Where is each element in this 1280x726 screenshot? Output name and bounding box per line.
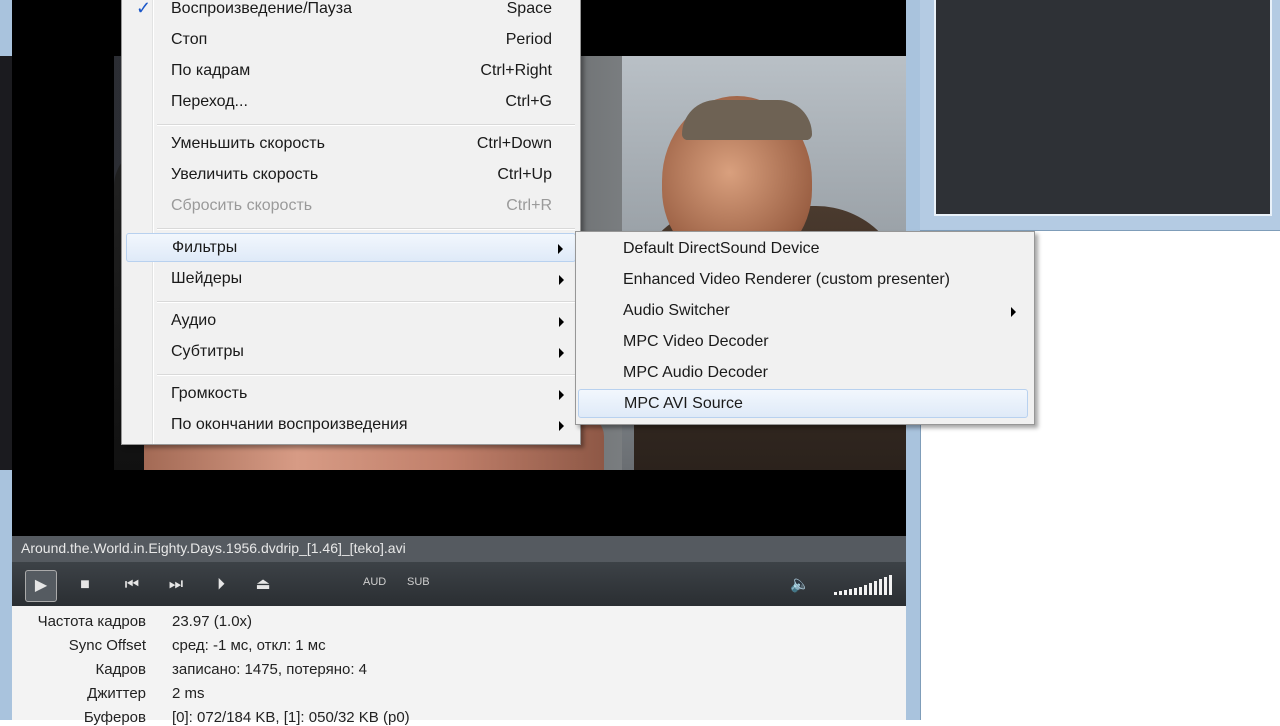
submenu-arrow-icon bbox=[559, 390, 564, 400]
menu-separator bbox=[157, 301, 575, 303]
filter-mpc-video-decoder[interactable]: MPC Video Decoder bbox=[578, 328, 1028, 357]
menu-item-audio[interactable]: Аудио bbox=[126, 307, 576, 336]
side-window-content bbox=[934, 0, 1272, 216]
stat-value: [0]: 072/184 KB, [1]: 050/32 KB (p0) bbox=[172, 709, 410, 726]
video-edge bbox=[0, 56, 12, 470]
speaker-icon[interactable]: 🔈 bbox=[785, 570, 815, 600]
submenu-arrow-icon bbox=[559, 348, 564, 358]
menu-item-increase-speed[interactable]: Увеличить скорость Ctrl+Up bbox=[126, 161, 576, 190]
previous-button[interactable]: ⏮ bbox=[117, 570, 147, 600]
menu-item-shaders[interactable]: Шейдеры bbox=[126, 265, 576, 294]
menu-item-decrease-speed[interactable]: Уменьшить скорость Ctrl+Down bbox=[126, 130, 576, 159]
frame-step-button[interactable]: ⏵ bbox=[206, 570, 236, 600]
submenu-arrow-icon bbox=[1011, 307, 1016, 317]
stat-value: сред: -1 мс, откл: 1 мс bbox=[172, 637, 326, 654]
subtitle-button[interactable]: SUB bbox=[407, 576, 430, 588]
menu-item-reset-speed: Сбросить скорость Ctrl+R bbox=[171, 197, 552, 214]
side-window bbox=[920, 0, 1280, 231]
stat-label: Буферов bbox=[83, 709, 146, 726]
checkmark-icon: ✓ bbox=[136, 0, 152, 18]
submenu-arrow-icon bbox=[559, 421, 564, 431]
stat-label: Sync Offset bbox=[68, 637, 146, 654]
stop-button[interactable]: ■ bbox=[70, 570, 100, 600]
filter-default-directsound[interactable]: Default DirectSound Device bbox=[578, 235, 1028, 264]
stat-value: 2 ms bbox=[172, 685, 205, 702]
filter-audio-switcher[interactable]: Audio Switcher bbox=[578, 297, 1028, 326]
filename-label: Around.the.World.in.Eighty.Days.1956.dvd… bbox=[21, 540, 406, 556]
stat-value: 23.97 (1.0x) bbox=[172, 613, 253, 630]
menu-item-stop[interactable]: Стоп Period bbox=[126, 26, 576, 55]
play-button[interactable]: ▶ bbox=[25, 570, 57, 602]
filter-evr-custom[interactable]: Enhanced Video Renderer (custom presente… bbox=[578, 266, 1028, 295]
next-button[interactable]: ⏭ bbox=[161, 570, 191, 600]
statistics-panel: Частота кадров 23.97 (1.0x) Sync Offset … bbox=[12, 606, 906, 726]
stat-value: записано: 1475, потеряно: 4 bbox=[172, 661, 368, 678]
context-menu: ✓ Воспроизведение/Пауза Space Стоп Perio… bbox=[121, 0, 581, 445]
seek-bar[interactable]: Around.the.World.in.Eighty.Days.1956.dvd… bbox=[12, 536, 906, 562]
submenu-arrow-icon bbox=[559, 275, 564, 285]
controls-toolbar: ▶ ■ ⏮ ⏭ ⏵ ⏏ AUD SUB 🔈 bbox=[12, 562, 906, 606]
menu-item-play-pause[interactable]: ✓ Воспроизведение/Пауза Space bbox=[126, 0, 576, 24]
menu-item-volume[interactable]: Громкость bbox=[126, 380, 576, 409]
filter-mpc-audio-decoder[interactable]: MPC Audio Decoder bbox=[578, 359, 1028, 388]
menu-separator bbox=[157, 124, 575, 126]
stat-label: Кадров bbox=[95, 661, 147, 678]
stat-label: Частота кадров bbox=[37, 613, 146, 630]
stat-label: Джиттер bbox=[87, 685, 146, 702]
submenu-arrow-icon bbox=[558, 244, 563, 254]
submenu-arrow-icon bbox=[559, 317, 564, 327]
volume-slider[interactable] bbox=[834, 575, 894, 595]
filter-mpc-avi-source[interactable]: MPC AVI Source bbox=[578, 389, 1028, 418]
menu-item-subtitles[interactable]: Субтитры bbox=[126, 338, 576, 367]
menu-separator bbox=[157, 374, 575, 376]
menu-item-filters[interactable]: Фильтры bbox=[126, 233, 576, 262]
menu-separator bbox=[157, 228, 575, 230]
filters-submenu: Default DirectSound Device Enhanced Vide… bbox=[575, 231, 1035, 425]
menu-item-after-playback[interactable]: По окончании воспроизведения bbox=[126, 411, 576, 440]
menu-item-frame-step[interactable]: По кадрам Ctrl+Right bbox=[126, 57, 576, 86]
eject-button[interactable]: ⏏ bbox=[248, 570, 278, 600]
audio-button[interactable]: AUD bbox=[363, 576, 386, 588]
menu-item-goto[interactable]: Переход... Ctrl+G bbox=[126, 88, 576, 117]
